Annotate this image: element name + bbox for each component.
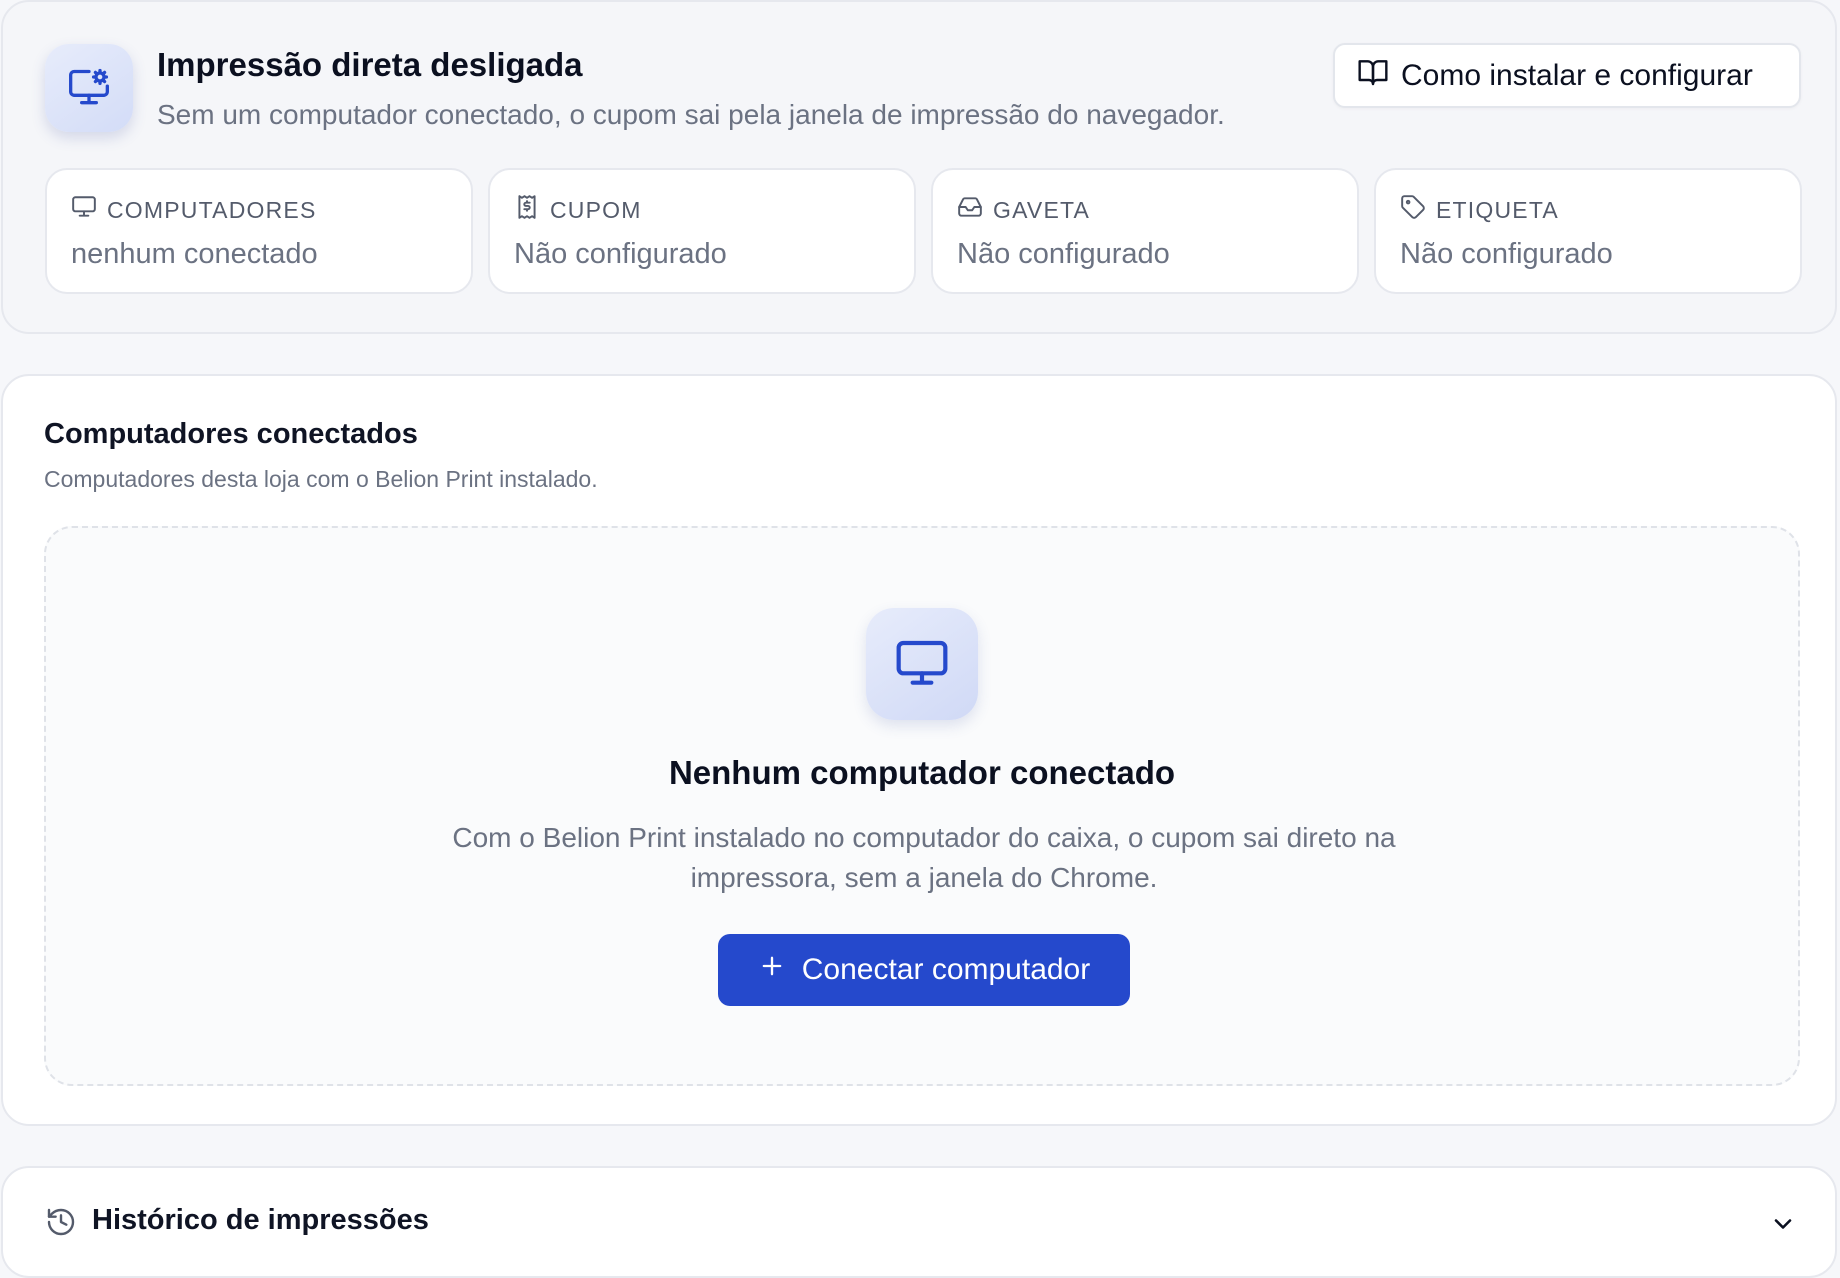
stat-computadores: COMPUTADORES nenhum conectado	[45, 168, 473, 294]
install-guide-label: Como instalar e configurar	[1401, 58, 1753, 92]
receipt-icon	[514, 194, 540, 226]
inbox-icon	[957, 194, 983, 226]
print-status-card: Impressão direta desligada Sem um comput…	[1, 0, 1837, 334]
install-guide-button[interactable]: Como instalar e configurar	[1333, 43, 1801, 108]
stat-cupom: CUPOM Não configurado	[488, 168, 916, 294]
stat-etiqueta: ETIQUETA Não configurado	[1374, 168, 1802, 294]
book-open-icon	[1357, 56, 1389, 96]
monitor-icon	[71, 194, 97, 226]
stat-label: COMPUTADORES	[107, 196, 317, 223]
connect-computer-button[interactable]: Conectar computador	[718, 934, 1130, 1006]
empty-state: Nenhum computador conectado Com o Belion…	[44, 526, 1800, 1086]
stat-value: Não configurado	[1400, 238, 1613, 270]
stat-value: nenhum conectado	[71, 238, 318, 270]
status-title: Impressão direta desligada	[157, 46, 583, 83]
connect-computer-label: Conectar computador	[801, 953, 1091, 986]
connected-computers-card: Computadores conectados Computadores des…	[1, 374, 1837, 1126]
history-icon	[45, 1206, 77, 1243]
stat-label: CUPOM	[550, 196, 642, 223]
stat-value: Não configurado	[957, 238, 1170, 270]
empty-state-title: Nenhum computador conectado	[668, 754, 1176, 791]
history-title: Histórico de impressões	[92, 1204, 429, 1236]
tag-icon	[1400, 194, 1426, 226]
status-subtitle: Sem um computador conectado, o cupom sai…	[157, 99, 1225, 130]
plus-icon	[758, 952, 786, 988]
monitor-icon	[866, 608, 978, 720]
monitor-cog-icon	[45, 44, 133, 132]
empty-state-text: Com o Belion Print instalado no computad…	[452, 822, 1396, 893]
section-title: Computadores conectados	[44, 418, 418, 450]
stat-value: Não configurado	[514, 238, 727, 270]
print-history-section[interactable]: Histórico de impressões	[1, 1166, 1837, 1278]
section-subtitle: Computadores desta loja com o Belion Pri…	[44, 466, 598, 492]
stat-label: GAVETA	[993, 196, 1091, 223]
stat-gaveta: GAVETA Não configurado	[931, 168, 1359, 294]
chevron-down-icon[interactable]	[1769, 1210, 1797, 1243]
stat-label: ETIQUETA	[1436, 196, 1559, 223]
